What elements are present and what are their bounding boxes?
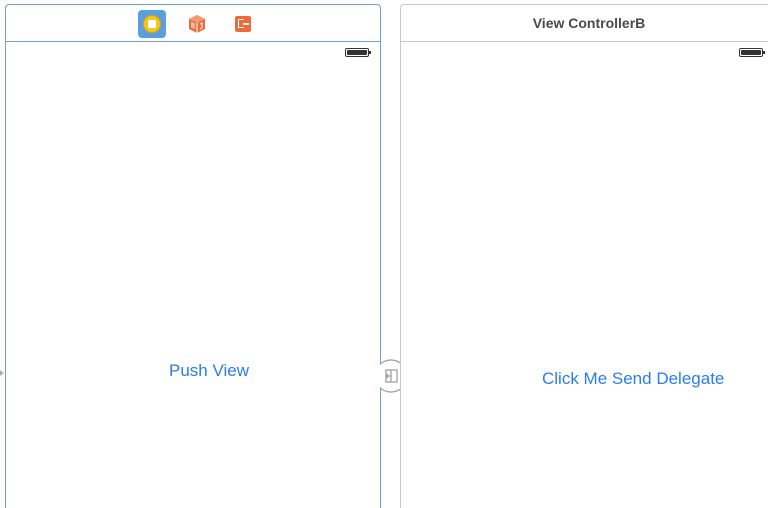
battery-icon	[345, 48, 371, 57]
exit-box	[235, 16, 251, 32]
cube-icon	[189, 15, 205, 33]
scene-title: View ControllerB	[532, 15, 646, 31]
first-responder-icon[interactable]	[184, 11, 210, 37]
send-delegate-button[interactable]: Click Me Send Delegate	[542, 369, 724, 389]
scene-dock	[6, 5, 380, 42]
scene-view-controller-a[interactable]: Push View	[5, 4, 381, 508]
entry-point-arrow-icon	[0, 370, 4, 376]
view-controller-icon[interactable]	[138, 10, 166, 38]
battery-icon	[739, 48, 765, 57]
segue-icon[interactable]	[380, 358, 402, 394]
view-controller-square	[148, 20, 156, 28]
push-view-button[interactable]: Push View	[169, 361, 249, 381]
storyboard-canvas: Push View View ControllerB Click Me Send…	[0, 0, 768, 508]
exit-icon[interactable]	[230, 11, 256, 37]
scene-view-controller-b[interactable]: View ControllerB Click Me Send Delegate	[400, 4, 768, 508]
scene-header: View ControllerB	[401, 5, 768, 42]
